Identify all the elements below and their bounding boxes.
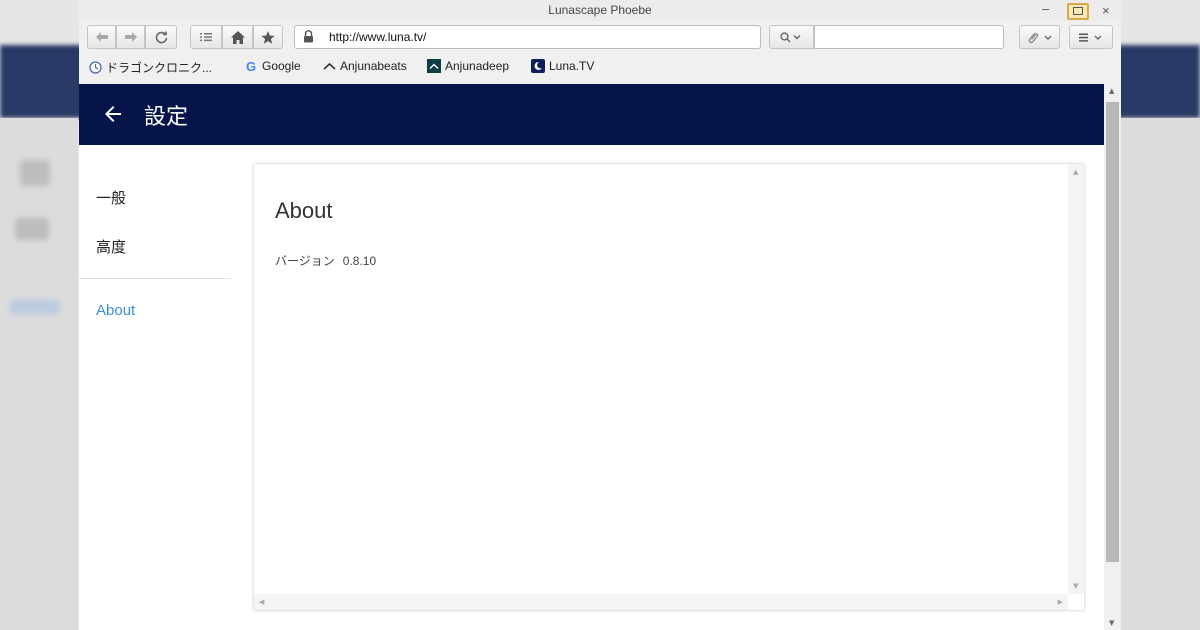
close-button[interactable]: × (1102, 3, 1110, 18)
search-input[interactable] (814, 25, 1004, 49)
search-icon (780, 32, 801, 43)
settings-nav: 一般 高度 About (79, 145, 231, 630)
nav-divider (79, 278, 231, 279)
background-shape (20, 160, 50, 186)
version-value: 0.8.10 (342, 254, 377, 268)
version-row: バージョン 0.8.10 (275, 252, 376, 269)
home-icon (230, 30, 245, 44)
bookmarks-bar: ドラゴンクロニク... G Google Anjunabeats Anjunad… (79, 55, 1121, 81)
back-arrow-icon (95, 32, 108, 42)
restore-button[interactable] (1067, 3, 1089, 20)
page-content: 設定 一般 高度 About About バージョン 0.8.10 ▲ ▼ ◀ ▶… (79, 84, 1121, 630)
browser-window: Lunascape Phoebe – × http://www.luna.tv/ (79, 0, 1121, 630)
about-title: About (275, 198, 333, 223)
star-icon (261, 30, 275, 44)
reload-icon (155, 31, 167, 43)
nav-item-about[interactable]: About (96, 302, 135, 319)
scrollbar-thumb[interactable] (1106, 102, 1119, 562)
anjunadeep-icon (427, 59, 441, 73)
card-horizontal-scrollbar[interactable]: ◀ ▶ (254, 594, 1068, 610)
paperclip-icon (1028, 32, 1051, 43)
forward-arrow-icon (124, 32, 137, 42)
bookmark-luna-tv[interactable]: Luna.TV (531, 59, 594, 73)
navigation-toolbar: http://www.luna.tv/ (79, 22, 1121, 52)
main-menu-button[interactable] (1069, 25, 1113, 49)
clock-icon (88, 61, 102, 75)
moon-icon (531, 59, 545, 73)
bookmark-dragon-chronicle[interactable]: ドラゴンクロニク... (88, 59, 212, 76)
reload-button[interactable] (145, 25, 177, 49)
attachment-menu-button[interactable] (1019, 25, 1060, 49)
minimize-button[interactable]: – (1042, 1, 1049, 16)
back-arrow-icon[interactable] (101, 102, 125, 126)
restore-icon (1073, 7, 1083, 15)
title-bar: Lunascape Phoebe – × (79, 0, 1121, 22)
scroll-right-icon[interactable]: ▶ (1058, 598, 1063, 606)
settings-app-bar: 設定 (79, 84, 1104, 145)
sidebar-toggle-button[interactable] (190, 25, 222, 49)
scroll-up-icon[interactable]: ▲ (1109, 87, 1114, 95)
page-title: 設定 (144, 105, 189, 130)
scroll-down-icon[interactable]: ▼ (1109, 619, 1114, 627)
hamburger-icon (1079, 33, 1102, 42)
address-bar[interactable]: http://www.luna.tv/ (294, 25, 761, 49)
card-vertical-scrollbar[interactable]: ▲ ▼ (1068, 164, 1084, 594)
scroll-down-icon[interactable]: ▼ (1073, 582, 1078, 590)
background-shape (15, 218, 49, 240)
back-button[interactable] (87, 25, 116, 49)
bookmark-anjunadeep[interactable]: Anjunadeep (427, 59, 509, 73)
favorite-button[interactable] (253, 25, 283, 49)
bookmark-label: Google (262, 59, 301, 73)
background-shape (10, 300, 60, 314)
lock-icon (304, 30, 313, 43)
search-engine-selector[interactable] (769, 25, 814, 49)
bookmark-label: Anjunadeep (445, 59, 510, 73)
background-right (1120, 118, 1200, 630)
bookmark-label: Luna.TV (549, 59, 595, 73)
bookmark-label: Anjunabeats (340, 59, 407, 73)
forward-button[interactable] (116, 25, 145, 49)
bookmark-anjunabeats[interactable]: Anjunabeats (322, 59, 407, 73)
anjunabeats-icon (322, 59, 336, 73)
home-button[interactable] (222, 25, 253, 49)
background-left (0, 118, 78, 630)
google-icon: G (245, 58, 257, 74)
scroll-up-icon[interactable]: ▲ (1073, 168, 1078, 176)
nav-item-general[interactable]: 一般 (96, 187, 126, 208)
bookmark-google[interactable]: G Google (244, 58, 301, 74)
scroll-left-icon[interactable]: ◀ (259, 598, 264, 606)
list-icon (200, 33, 212, 42)
version-label: バージョン (275, 254, 335, 268)
page-vertical-scrollbar[interactable]: ▲ ▼ (1104, 84, 1121, 630)
address-text: http://www.luna.tv/ (329, 30, 427, 44)
nav-item-advanced[interactable]: 高度 (96, 236, 126, 257)
about-card: About バージョン 0.8.10 ▲ ▼ ◀ ▶ (254, 164, 1084, 610)
bookmark-label: ドラゴンクロニク... (106, 61, 213, 75)
window-title: Lunascape Phoebe (548, 3, 652, 17)
